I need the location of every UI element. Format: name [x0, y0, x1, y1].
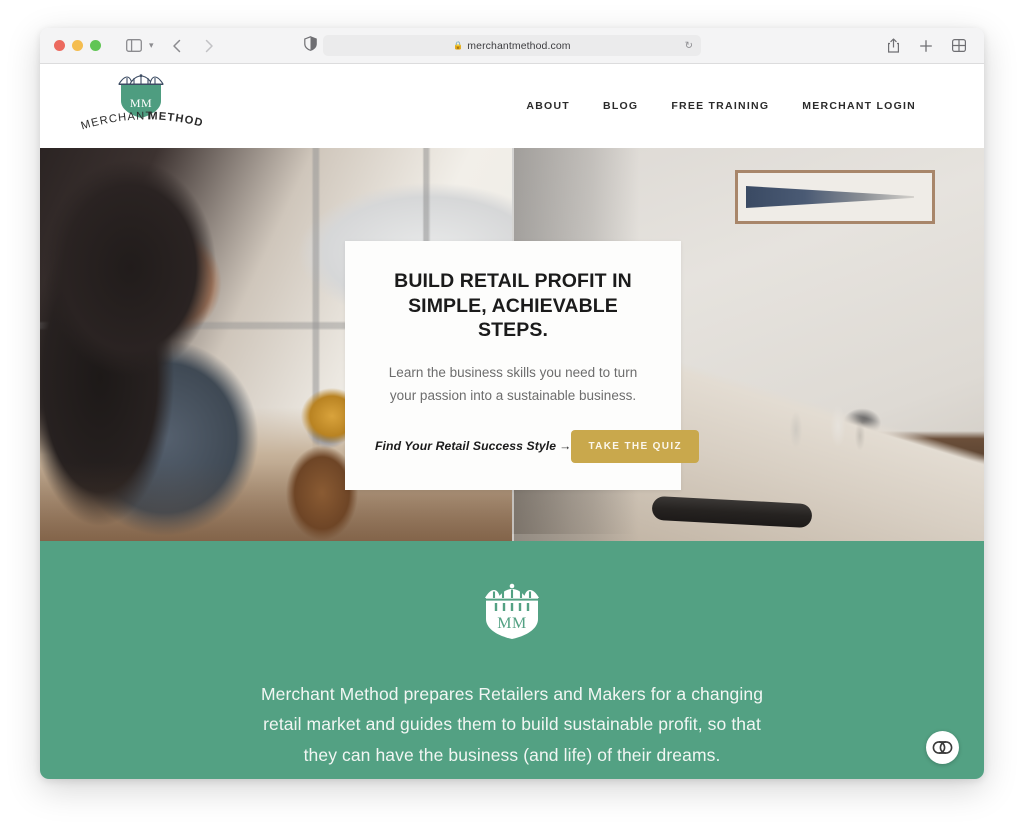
privacy-shield-icon[interactable] — [304, 35, 317, 56]
url-text: merchantmethod.com — [467, 39, 571, 52]
shelf-bottles — [780, 396, 876, 456]
reload-icon[interactable]: ↻ — [685, 40, 693, 51]
chevron-down-icon[interactable]: ▾ — [149, 40, 154, 51]
site-header: MM MERCHANT METHOD ABOUT BLOG FREE TRAIN… — [40, 64, 984, 148]
minimize-window-button[interactable] — [72, 40, 83, 51]
hero-section: BUILD RETAIL PROFIT IN SIMPLE, ACHIEVABL… — [40, 148, 984, 541]
intro-line-2: retail market and guides them to build s… — [263, 714, 761, 735]
hero-cta-label: Find Your Retail Success Style → — [375, 439, 571, 453]
hero-cta-text: Find Your Retail Success Style — [375, 439, 557, 454]
take-the-quiz-button[interactable]: TAKE THE QUIZ — [571, 429, 699, 463]
accessibility-widget-icon[interactable] — [926, 731, 959, 764]
hero-subtitle-line-2: your passion into a sustainable business… — [389, 388, 637, 404]
nav-item-blog[interactable]: BLOG — [603, 100, 638, 112]
sidebar-icon[interactable] — [125, 37, 143, 55]
hero-subtitle-line-1: Learn the business skills you need to tu… — [388, 364, 638, 380]
hero-card: BUILD RETAIL PROFIT IN SIMPLE, ACHIEVABL… — [345, 241, 699, 490]
plus-icon[interactable] — [917, 37, 935, 55]
tab-grid-icon[interactable] — [950, 37, 968, 55]
maximize-window-button[interactable] — [90, 40, 101, 51]
intro-section: MM Merchant Method prepares Retailers an… — [40, 541, 984, 779]
merchant-method-crest-icon: MM — [484, 583, 540, 641]
address-bar[interactable]: 🔒 merchantmethod.com ↻ — [323, 35, 701, 56]
browser-toolbar: ▾ 🔒 merchantmethod.com ↻ — [40, 28, 984, 64]
toolbar-navigation-group: ▾ — [125, 37, 218, 55]
hero-cta-row: Find Your Retail Success Style → TAKE THE… — [375, 429, 699, 463]
hero-subtitle: Learn the business skills you need to tu… — [375, 361, 651, 408]
lock-icon: 🔒 — [453, 40, 464, 50]
toolbar-actions-group — [884, 37, 968, 55]
hero-title-line-2: SIMPLE, ACHIEVABLE STEPS. — [408, 294, 618, 342]
arrow-right-icon: → — [559, 439, 572, 454]
intro-line-1: Merchant Method prepares Retailers and M… — [260, 684, 764, 704]
forward-arrow-icon[interactable] — [200, 37, 218, 55]
framed-pennant-art — [735, 170, 935, 224]
share-icon[interactable] — [884, 37, 902, 55]
close-window-button[interactable] — [54, 40, 65, 51]
window-controls — [54, 40, 101, 51]
hero-title: BUILD RETAIL PROFIT IN SIMPLE, ACHIEVABL… — [375, 269, 651, 343]
nav-item-free-training[interactable]: FREE TRAINING — [671, 100, 769, 112]
main-navigation: ABOUT BLOG FREE TRAINING MERCHANT LOGIN — [526, 100, 942, 112]
site-logo[interactable]: MM MERCHANT METHOD — [78, 73, 202, 139]
hero-title-line-1: BUILD RETAIL PROFIT IN — [394, 270, 632, 292]
browser-window: ▾ 🔒 merchantmethod.com ↻ MM MERCHANT MET… — [40, 28, 984, 779]
svg-text:MM: MM — [130, 96, 152, 110]
crest-monogram: MM — [497, 615, 526, 632]
svg-text:MERCHANT: MERCHANT — [80, 110, 154, 132]
intro-paragraph: Merchant Method prepares Retailers and M… — [202, 679, 822, 770]
nav-item-about[interactable]: ABOUT — [526, 100, 570, 112]
nav-item-merchant-login[interactable]: MERCHANT LOGIN — [802, 100, 916, 112]
back-arrow-icon[interactable] — [168, 37, 186, 55]
svg-text:METHOD: METHOD — [148, 110, 202, 129]
intro-line-3: they can have the business (and life) of… — [303, 744, 721, 765]
